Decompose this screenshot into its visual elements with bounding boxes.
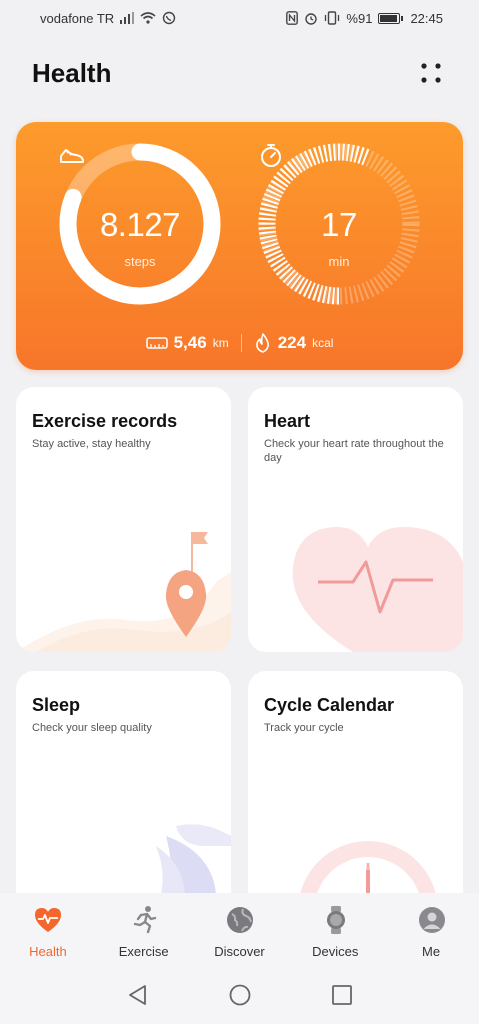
- calories-unit: kcal: [312, 336, 334, 350]
- tile-title: Sleep: [32, 695, 81, 715]
- tile-subtitle: Check your sleep quality: [32, 722, 152, 734]
- page-title: Health: [32, 58, 112, 88]
- system-navigation-bar: [0, 965, 479, 1024]
- distance-unit: km: [212, 336, 229, 350]
- whatsapp-icon: [162, 11, 176, 25]
- carrier-label: vodafone TR: [40, 10, 115, 26]
- alarm-icon: [304, 11, 318, 25]
- avatar-icon: [418, 907, 445, 933]
- nav-me[interactable]: Me: [384, 893, 479, 965]
- more-options-button[interactable]: [414, 58, 448, 92]
- status-right: %91 22:45: [286, 11, 443, 26]
- vibrate-icon: [324, 11, 340, 25]
- battery-icon: [378, 12, 404, 24]
- heart-card[interactable]: Heart Check your heart rate throughout t…: [248, 387, 463, 652]
- nav-health[interactable]: Health: [0, 893, 95, 965]
- minutes-value: 17: [321, 206, 357, 243]
- nav-exercise[interactable]: Exercise: [96, 893, 191, 965]
- nav-label: Me: [422, 944, 441, 959]
- calories-stat: 224 kcal: [254, 333, 334, 353]
- bottom-navigation: Health Exercise Discover Devices Me: [0, 893, 479, 965]
- calories-value: 224: [277, 333, 307, 352]
- activity-summary-card[interactable]: 8.127 steps 17 min 5,46 km 224 kcal: [16, 122, 463, 370]
- globe-icon: [226, 907, 253, 933]
- exercise-records-card[interactable]: Exercise records Stay active, stay healt…: [16, 387, 231, 652]
- back-icon[interactable]: [126, 983, 150, 1007]
- nav-label: Health: [29, 944, 67, 959]
- tile-title: Heart: [264, 411, 311, 431]
- recents-icon[interactable]: [330, 983, 354, 1007]
- stats-divider: [240, 334, 242, 352]
- battery-percent-label: %91: [346, 10, 373, 26]
- nav-label: Exercise: [118, 944, 169, 959]
- wifi-icon: [140, 12, 156, 24]
- nav-label: Discover: [214, 944, 265, 959]
- nav-discover[interactable]: Discover: [192, 893, 287, 965]
- tile-title: Exercise records: [32, 411, 178, 431]
- battery-fill: [380, 14, 397, 22]
- clock-label: 22:45: [410, 10, 443, 26]
- summary-stats-row: 5,46 km 224 kcal: [16, 328, 463, 358]
- distance-stat: 5,46 km: [145, 333, 229, 353]
- tile-subtitle: Track your cycle: [264, 722, 344, 734]
- steps-unit: steps: [124, 254, 156, 269]
- status-left: vodafone TR: [40, 11, 176, 26]
- nav-devices[interactable]: Devices: [288, 893, 383, 965]
- steps-ring[interactable]: 8.127 steps: [58, 142, 222, 306]
- home-icon[interactable]: [228, 983, 252, 1007]
- more-dots-icon: [421, 63, 441, 83]
- ruler-icon: [145, 337, 168, 349]
- stopwatch-icon: [261, 144, 281, 167]
- nfc-icon: [286, 11, 299, 25]
- flame-icon: [255, 333, 269, 353]
- nav-label: Devices: [312, 944, 359, 959]
- status-bar: vodafone TR %91 22:45: [0, 0, 479, 36]
- minutes-unit: min: [328, 254, 350, 269]
- tile-subtitle: Stay active, stay healthy: [32, 438, 151, 450]
- watch-icon: [326, 906, 345, 934]
- location-flag-icon: [16, 532, 231, 652]
- heart-pulse-icon: [35, 908, 62, 932]
- steps-value: 8.127: [99, 206, 181, 243]
- tile-subtitle: Check your heart rate throughout the day: [264, 438, 444, 464]
- distance-value: 5,46: [173, 333, 207, 352]
- running-person-icon: [133, 906, 157, 934]
- heart-pulse-icon: [292, 527, 463, 652]
- minutes-ring[interactable]: 17 min: [257, 142, 421, 306]
- shoe-icon: [60, 149, 84, 163]
- tile-title: Cycle Calendar: [264, 695, 395, 715]
- signal-icon: [120, 12, 135, 24]
- app-header: Health: [0, 50, 479, 100]
